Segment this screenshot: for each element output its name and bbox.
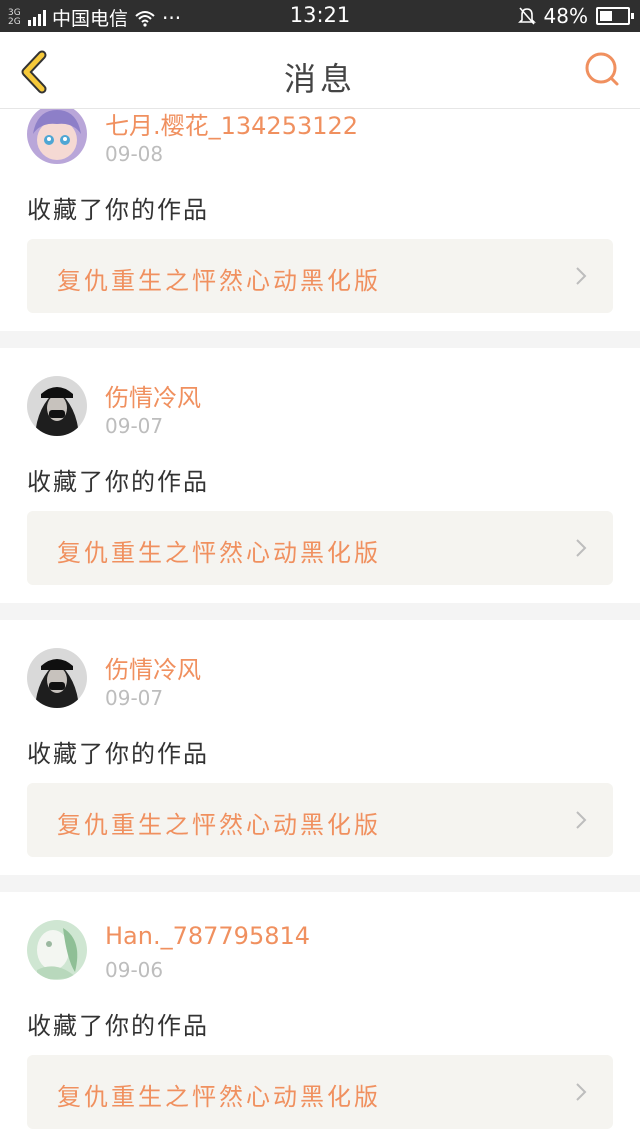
message-date: 09-07 [105, 414, 164, 438]
chevron-right-icon [576, 811, 587, 829]
message-card: 伤情冷风 09-07 收藏了你的作品 复仇重生之怦然心动黑化版 [0, 348, 640, 603]
work-title: 复仇重生之怦然心动黑化版 [57, 811, 381, 839]
user-avatar[interactable] [27, 109, 87, 164]
username[interactable]: 伤情冷风 [105, 650, 201, 685]
search-icon[interactable] [582, 50, 622, 90]
action-text: 收藏了你的作品 [27, 196, 209, 224]
battery-percent: 48% [543, 4, 588, 28]
user-avatar[interactable] [27, 920, 87, 980]
message-date: 09-08 [105, 142, 164, 166]
top-nav-bar: 消息 [0, 32, 640, 109]
green-white-avatar [27, 920, 87, 980]
anime-girl-avatar [27, 109, 87, 164]
work-title: 复仇重生之怦然心动黑化版 [57, 539, 381, 567]
message-card: 七月.樱花_134253122 09-08 收藏了你的作品 复仇重生之怦然心动黑… [0, 109, 640, 331]
user-avatar[interactable] [27, 376, 87, 436]
user-avatar[interactable] [27, 648, 87, 708]
action-text: 收藏了你的作品 [27, 468, 209, 496]
status-bar: 3G 2G 中国电信 ··· 13:21 48% [0, 0, 640, 32]
work-link[interactable]: 复仇重生之怦然心动黑化版 [27, 783, 613, 857]
battery-fill [600, 11, 613, 21]
mute-bell-icon [517, 7, 536, 25]
username[interactable]: 伤情冷风 [105, 378, 201, 413]
dark-hair-avatar [27, 376, 87, 436]
message-card: Han._787795814 09-06 收藏了你的作品 复仇重生之怦然心动黑化… [0, 892, 640, 1138]
username[interactable]: 七月.樱花_134253122 [105, 109, 358, 141]
work-link[interactable]: 复仇重生之怦然心动黑化版 [27, 511, 613, 585]
work-link[interactable]: 复仇重生之怦然心动黑化版 [27, 1055, 613, 1129]
work-title: 复仇重生之怦然心动黑化版 [57, 267, 381, 295]
status-right: 48% [517, 4, 634, 28]
work-title: 复仇重生之怦然心动黑化版 [57, 1083, 381, 1111]
work-link[interactable]: 复仇重生之怦然心动黑化版 [27, 239, 613, 313]
message-list[interactable]: 七月.樱花_134253122 09-08 收藏了你的作品 复仇重生之怦然心动黑… [0, 109, 640, 1138]
chevron-right-icon [576, 539, 587, 557]
action-text: 收藏了你的作品 [27, 740, 209, 768]
chevron-right-icon [576, 267, 587, 285]
message-date: 09-06 [105, 958, 164, 982]
page-title: 消息 [283, 60, 356, 98]
battery-icon [596, 7, 634, 25]
chevron-right-icon [576, 1083, 587, 1101]
action-text: 收藏了你的作品 [27, 1012, 209, 1040]
username[interactable]: Han._787795814 [105, 922, 310, 950]
dark-hair-avatar [27, 648, 87, 708]
message-card: 伤情冷风 09-07 收藏了你的作品 复仇重生之怦然心动黑化版 [0, 620, 640, 875]
message-date: 09-07 [105, 686, 164, 710]
